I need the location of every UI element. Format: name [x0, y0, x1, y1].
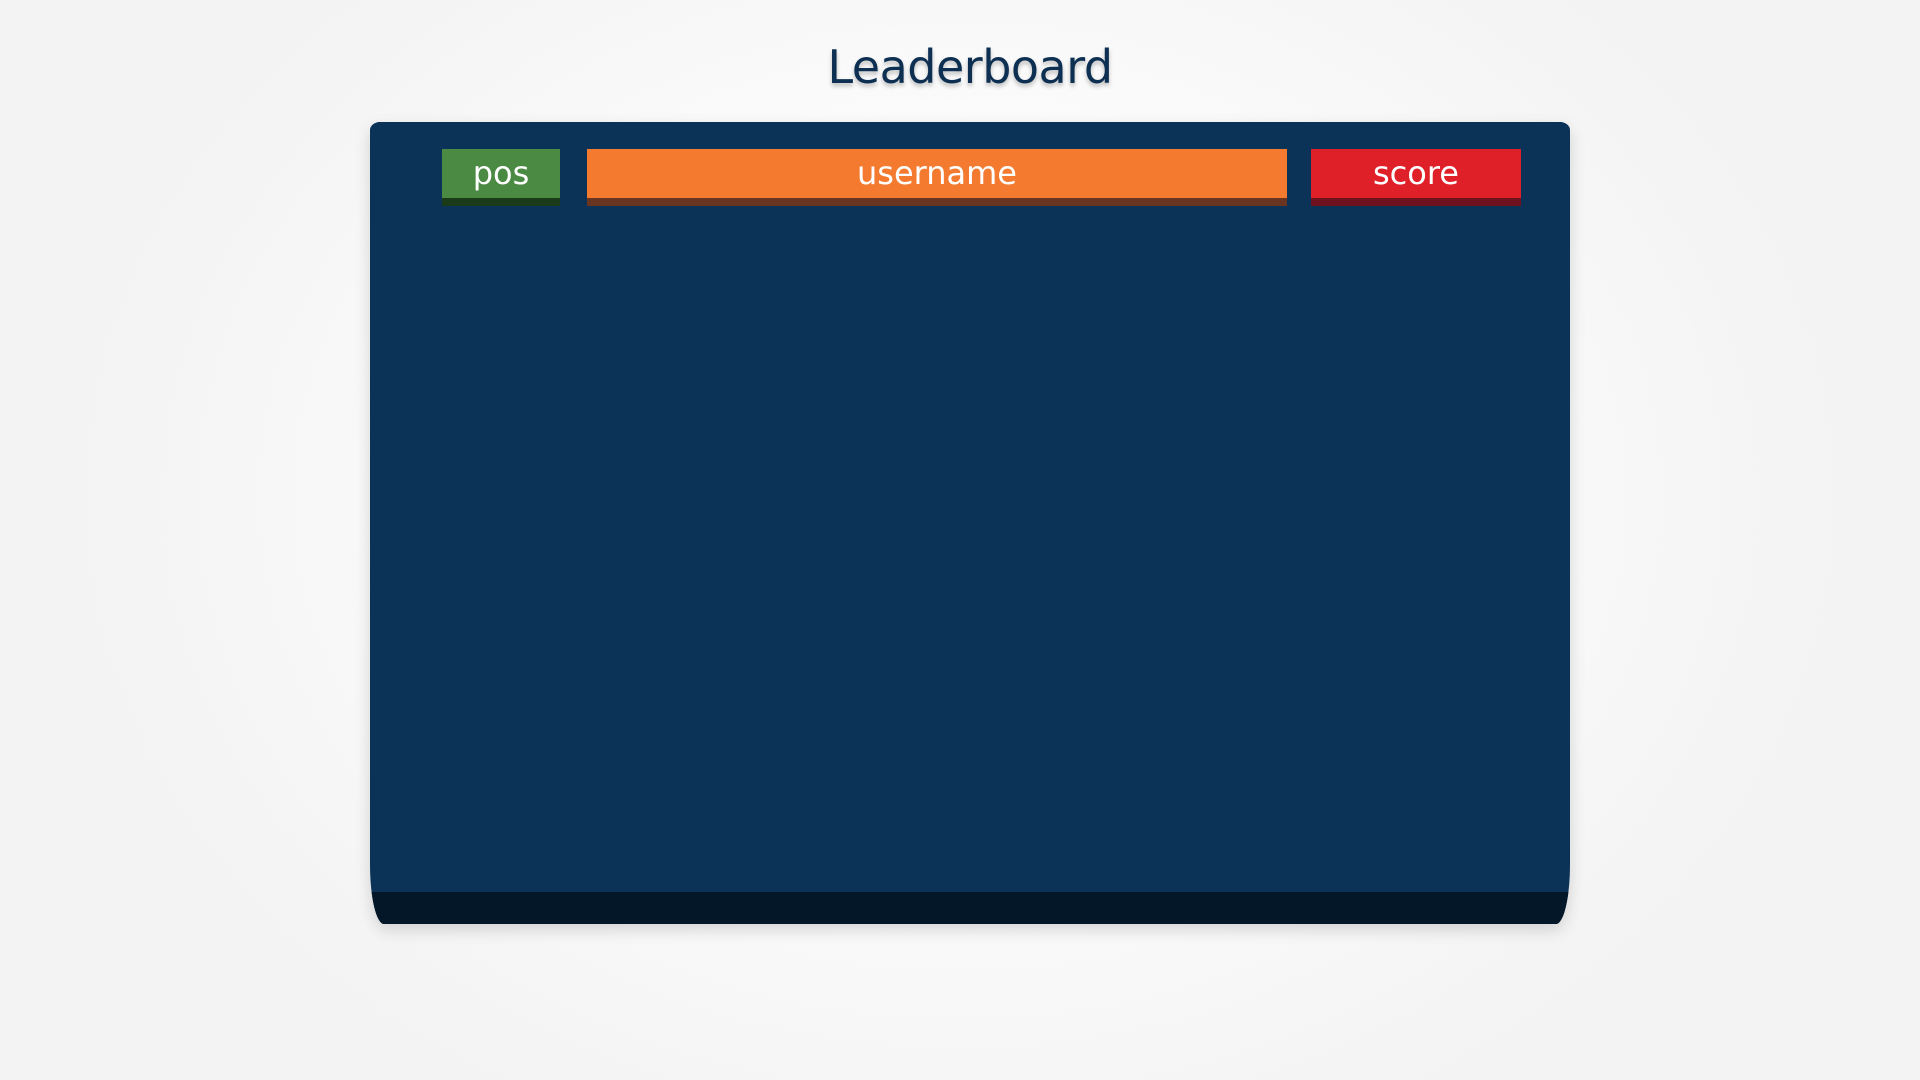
column-header-username-label: username [857, 154, 1017, 192]
leaderboard-panel: pos username score [370, 122, 1570, 924]
leaderboard-title: Leaderboard [827, 40, 1113, 94]
column-header-score[interactable]: score [1311, 149, 1521, 206]
column-header-pos-label: pos [472, 154, 530, 192]
column-header-score-label: score [1373, 154, 1459, 192]
leaderboard-table: pos username score [378, 122, 1562, 892]
column-header-pos[interactable]: pos [442, 149, 560, 206]
column-header-username[interactable]: username [587, 149, 1287, 206]
leaderboard-panel-base [370, 892, 1570, 924]
